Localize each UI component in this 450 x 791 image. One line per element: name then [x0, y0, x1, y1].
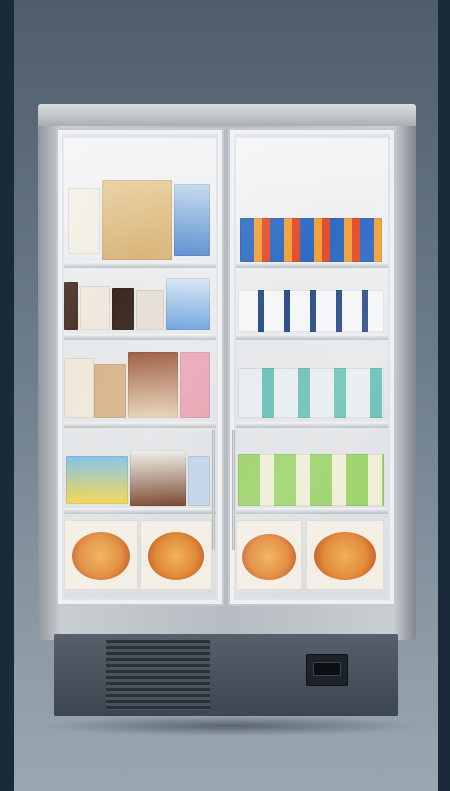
temperature-controller[interactable] [306, 654, 348, 686]
product-box [136, 290, 164, 330]
pizza-image [242, 534, 296, 580]
pizza-image [314, 532, 376, 580]
right-glass-door [228, 128, 396, 606]
left-interior [64, 138, 216, 598]
shelf [236, 422, 388, 428]
shelf [64, 422, 216, 428]
cabinet-top-strip [38, 104, 416, 126]
product-box [180, 352, 210, 418]
product-box [174, 184, 210, 256]
product-box [68, 188, 100, 254]
left-door-handle[interactable] [212, 430, 215, 550]
product-box [80, 286, 110, 330]
product-box [128, 352, 178, 418]
product-box [188, 456, 210, 506]
product-box [102, 180, 172, 260]
pizza-image [148, 532, 204, 580]
ventilation-grille [106, 640, 210, 710]
product-box [64, 358, 94, 418]
right-interior [236, 138, 388, 598]
product-boxes [238, 368, 384, 418]
shelf [64, 262, 216, 268]
product-box [66, 456, 128, 504]
controller-display [313, 662, 341, 676]
product-boxes [238, 454, 384, 506]
shelf [236, 262, 388, 268]
shelf [64, 334, 216, 340]
right-door-handle[interactable] [232, 430, 235, 550]
shelf [236, 508, 388, 514]
shelf [64, 508, 216, 514]
product-box [94, 364, 126, 418]
product-box [166, 278, 210, 330]
product-boxes [238, 290, 384, 332]
product-box [130, 450, 186, 506]
left-glass-door [56, 128, 224, 606]
shelf [236, 334, 388, 340]
product-box [112, 288, 134, 330]
product-boxes [240, 218, 382, 262]
pizza-image [72, 532, 130, 580]
product-box [64, 282, 78, 330]
floor-shadow [40, 716, 420, 736]
